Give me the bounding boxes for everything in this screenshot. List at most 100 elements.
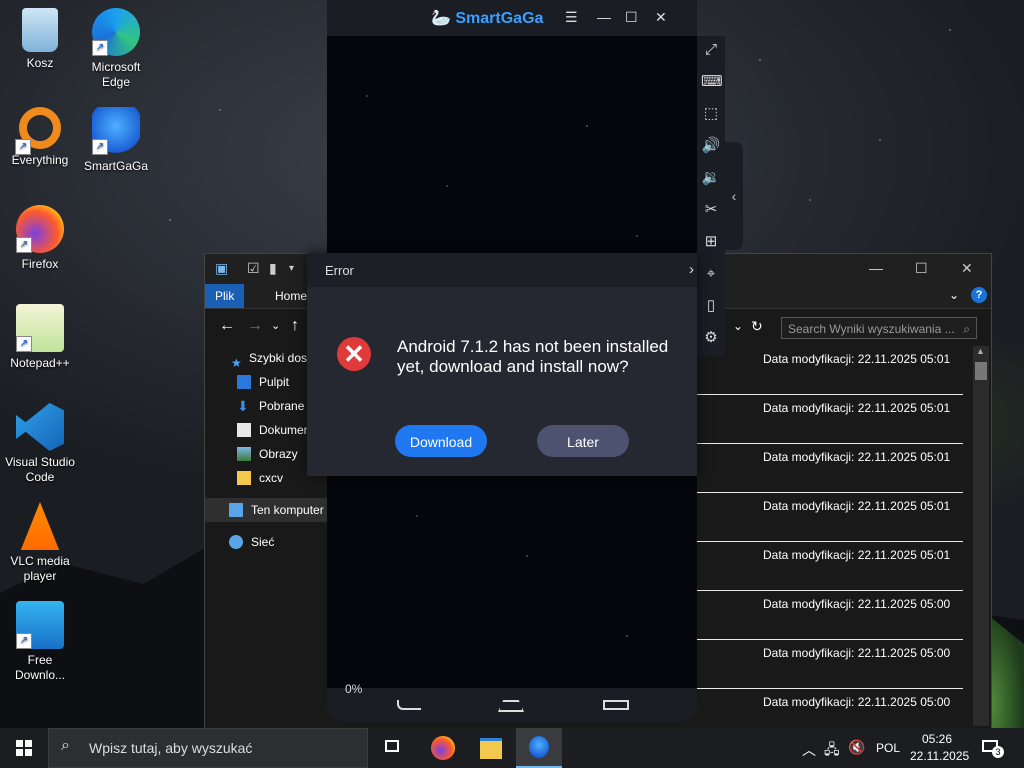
list-item[interactable]: Data modyfikacji: 22.11.2025 05:00 <box>695 640 963 689</box>
search-results-list: Data modyfikacji: 22.11.2025 05:01 Data … <box>695 346 963 737</box>
modified-date-text: Data modyfikacji: 22.11.2025 05:01 <box>763 401 951 415</box>
taskbar: ⌕ Wpisz tutaj, aby wyszukać ︿ 🖧 🔇 POL 05… <box>0 728 1024 768</box>
list-item[interactable]: Data modyfikacji: 22.11.2025 05:01 <box>695 444 963 493</box>
apk-install-icon[interactable]: ⬚ <box>701 104 721 124</box>
magnifier-icon: ↗ <box>15 107 61 155</box>
results-scrollbar[interactable]: ▲ <box>973 346 989 726</box>
start-button[interactable] <box>0 728 48 768</box>
dialog-message: Android 7.1.2 has not been installed yet… <box>397 337 669 376</box>
desktop-icon-vscode[interactable]: Visual Studio Code <box>2 403 78 485</box>
up-arrow-icon[interactable]: ↑ <box>291 317 299 335</box>
scroll-up-icon[interactable]: ▲ <box>976 346 985 356</box>
desktop-icon-label: Firefox <box>21 257 59 271</box>
multi-instance-icon[interactable]: ⊞ <box>701 232 721 252</box>
notepadpp-icon: ↗ <box>16 304 64 352</box>
vscode-icon <box>16 403 64 451</box>
ribbon-expand-icon[interactable]: ⌄ <box>949 288 959 302</box>
folder-icon <box>480 738 502 759</box>
list-item[interactable]: Data modyfikacji: 22.11.2025 05:01 <box>695 542 963 591</box>
emulator-title: SmartGaGa <box>455 10 544 27</box>
notification-count-badge: 3 <box>992 746 1004 758</box>
close-button[interactable]: ✕ <box>655 9 667 26</box>
volume-down-icon[interactable]: 🔉 <box>701 168 721 188</box>
desktop-icon-recycle-bin[interactable]: Kosz <box>2 8 78 71</box>
desktop-icon-vlc[interactable]: VLC media player <box>2 502 78 584</box>
tree-item-siec[interactable]: Sieć <box>205 530 327 554</box>
sidebar-collapse-handle[interactable]: ‹ <box>725 142 743 250</box>
language-indicator[interactable]: POL <box>876 741 900 755</box>
desktop-icon-notepadpp[interactable]: ↗ Notepad++ <box>2 304 78 371</box>
action-center-button[interactable]: 3 <box>982 738 1004 758</box>
recent-locations-icon[interactable]: ⌄ <box>271 319 280 332</box>
refresh-icon[interactable]: ↻ <box>751 318 763 335</box>
minimize-button[interactable]: — <box>869 260 883 276</box>
desktop-icon-firefox[interactable]: ↗ Firefox <box>2 205 78 272</box>
modified-date-text: Data modyfikacji: 22.11.2025 05:01 <box>763 352 951 366</box>
download-button[interactable]: Download <box>395 425 487 457</box>
tray-chevron-up-icon[interactable]: ︿ <box>802 740 816 760</box>
settings-gear-icon[interactable]: ⚙ <box>701 328 721 348</box>
later-button[interactable]: Later <box>537 425 629 457</box>
help-icon[interactable]: ? <box>971 287 987 303</box>
list-item[interactable]: Data modyfikacji: 22.11.2025 05:01 <box>695 346 963 395</box>
computer-icon <box>229 503 243 517</box>
search-input[interactable]: Search Wyniki wyszukiwania ... ⌕ <box>781 317 977 339</box>
properties-icon[interactable]: ☑ <box>247 260 260 277</box>
screenshot-scissors-icon[interactable]: ✂ <box>701 200 721 220</box>
taskbar-search-input[interactable]: ⌕ Wpisz tutaj, aby wyszukać <box>48 728 368 768</box>
network-icon[interactable]: 🖧 <box>824 739 840 763</box>
desktop-icon-label: SmartGaGa <box>83 159 149 173</box>
search-icon: ⌕ <box>963 322 970 336</box>
maximize-button[interactable]: ☐ <box>625 9 638 26</box>
minimize-button[interactable]: — <box>597 9 611 25</box>
close-button[interactable]: ✕ <box>961 260 973 277</box>
desktop-icon-edge[interactable]: ↗ Microsoft Edge <box>78 8 154 90</box>
emulator-sidebar: ⤢ ⌨ ⬚ 🔊 🔉 ✂ ⊞ ⌖ ▯ ⚙ <box>697 36 725 356</box>
tab-plik[interactable]: Plik <box>205 284 245 308</box>
desktop-icon-everything[interactable]: ↗ Everything <box>2 107 78 168</box>
explorer-app-icon: ▣ <box>215 260 229 276</box>
taskbar-smartgaga[interactable] <box>516 728 562 768</box>
volume-up-icon[interactable]: 🔊 <box>701 136 721 156</box>
scrollbar-thumb[interactable] <box>975 362 987 380</box>
menu-icon[interactable]: ☰ <box>565 9 578 26</box>
clock-time[interactable]: 05:26 <box>922 732 952 746</box>
desktop-icon-label: Notepad++ <box>10 356 70 370</box>
search-placeholder: Search Wyniki wyszukiwania ... <box>788 322 955 336</box>
desktop-icon-smartgaga[interactable]: ↗ SmartGaGa <box>78 107 154 174</box>
new-folder-icon[interactable]: ▮ <box>269 260 277 277</box>
clock-date[interactable]: 22.11.2025 <box>910 749 969 763</box>
list-item[interactable]: Data modyfikacji: 22.11.2025 05:00 <box>695 591 963 640</box>
edge-icon: ↗ <box>92 8 140 56</box>
fullscreen-icon[interactable]: ⤢ <box>701 40 721 60</box>
desktop-icon-free-download-manager[interactable]: ↗ Free Downlo... <box>2 601 78 683</box>
maximize-button[interactable]: ☐ <box>915 260 928 277</box>
emulator-logo: 🦢 SmartGaGa <box>431 8 543 28</box>
fdm-icon: ↗ <box>16 601 64 649</box>
list-item[interactable]: Data modyfikacji: 22.11.2025 05:01 <box>695 493 963 542</box>
recent-apps-icon[interactable] <box>603 700 629 710</box>
desktop-icon-label: Everything <box>11 153 69 167</box>
back-arrow-icon[interactable]: ← <box>219 317 235 335</box>
tree-item-label: Obrazy <box>259 447 298 461</box>
error-icon: ✕ <box>337 337 371 371</box>
volume-muted-icon[interactable]: 🔇 <box>848 739 865 756</box>
taskbar-file-explorer[interactable] <box>468 728 514 768</box>
back-nav-icon[interactable] <box>397 700 421 710</box>
tree-item-ten-komputer[interactable]: Ten komputer <box>205 498 327 522</box>
address-dropdown-icon[interactable]: ⌄ <box>733 319 743 333</box>
taskbar-firefox[interactable] <box>420 728 466 768</box>
tree-item-label: cxcv <box>259 471 283 485</box>
shake-icon[interactable]: ▯ <box>701 296 721 316</box>
swan-icon: ↗ <box>92 107 140 155</box>
quick-access-dropdown-icon[interactable]: ▾ <box>289 263 294 274</box>
keyboard-icon[interactable]: ⌨ <box>701 72 723 92</box>
home-nav-icon[interactable] <box>498 700 524 712</box>
location-icon[interactable]: ⌖ <box>701 264 721 284</box>
forward-arrow-icon[interactable]: → <box>247 317 263 335</box>
modified-date-text: Data modyfikacji: 22.11.2025 05:00 <box>763 597 951 611</box>
chevron-left-icon: ‹ <box>731 188 737 204</box>
task-view-button[interactable] <box>370 728 416 768</box>
list-item[interactable]: Data modyfikacji: 22.11.2025 05:01 <box>695 395 963 444</box>
chevron-right-icon[interactable]: › <box>689 261 694 278</box>
